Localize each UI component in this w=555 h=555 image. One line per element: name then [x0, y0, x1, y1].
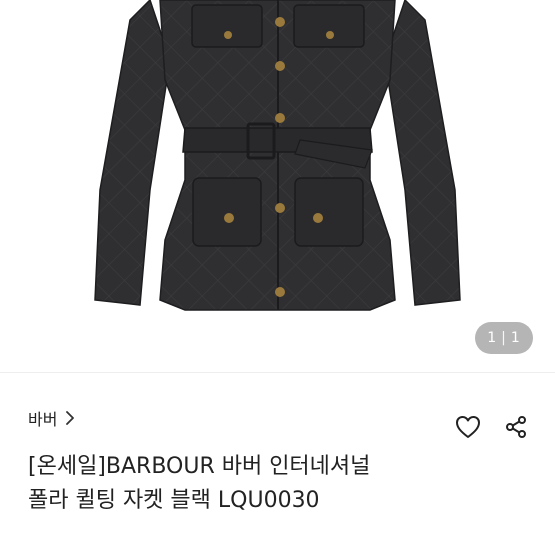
image-counter-badge: 1 | 1	[475, 322, 533, 354]
product-actions	[455, 414, 529, 440]
image-counter-total: 1	[510, 330, 521, 346]
section-divider	[0, 372, 555, 373]
brand-link[interactable]: 바버	[28, 404, 77, 432]
image-counter-current: 1	[487, 330, 498, 346]
product-title-line2: 폴라 퀼팅 자켓 블랙 LQU0030	[28, 488, 320, 513]
product-image-jacket	[94, 0, 461, 311]
brand-label: 바버	[28, 410, 58, 429]
product-image-area[interactable]: 1 | 1	[0, 0, 555, 372]
product-title-line1: [온세일]BARBOUR 바버 인터네셔널	[28, 454, 371, 479]
heart-outline-icon[interactable]	[455, 414, 481, 440]
chevron-right-icon	[63, 411, 77, 425]
product-title: [온세일]BARBOUR 바버 인터네셔널 폴라 퀼팅 자켓 블랙 LQU003…	[28, 450, 528, 518]
share-icon[interactable]	[503, 414, 529, 440]
image-counter-separator: |	[501, 330, 507, 346]
